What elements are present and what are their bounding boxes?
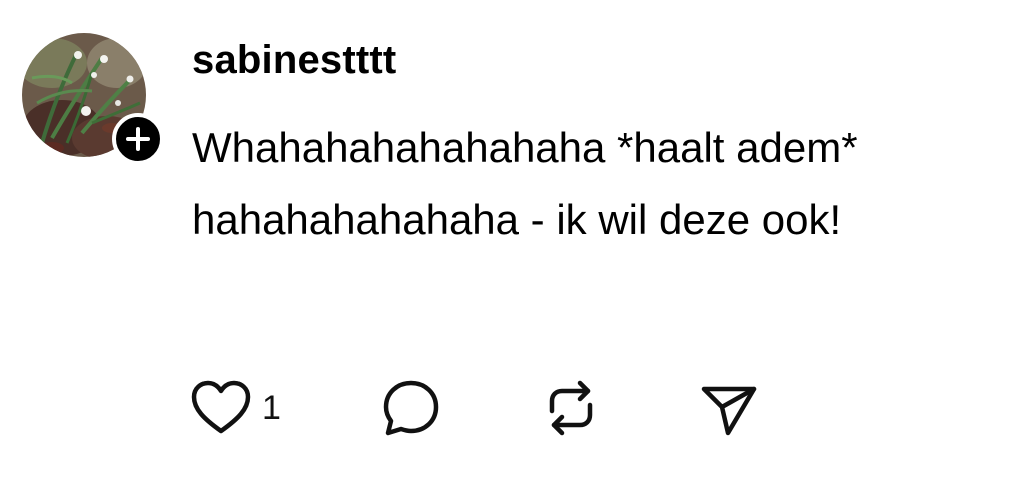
repost-button[interactable]	[540, 377, 698, 439]
post-text: Whahahahahahahaha *haalt adem* hahahahah…	[192, 112, 992, 256]
like-button[interactable]: 1	[190, 379, 380, 437]
heart-icon	[191, 380, 251, 434]
speech-bubble-icon	[383, 380, 439, 436]
share-button[interactable]	[698, 377, 760, 439]
like-count: 1	[262, 389, 281, 427]
username[interactable]: sabinestttt	[192, 34, 396, 86]
action-bar: 1	[190, 376, 760, 440]
reply-button[interactable]	[380, 377, 540, 439]
paper-plane-icon	[701, 386, 757, 436]
post-text-line: Whahahahahahahaha *haalt adem*	[192, 124, 858, 171]
plus-icon	[126, 127, 150, 151]
post-card: sabinestttt Whahahahahahahaha *haalt ade…	[0, 0, 1024, 478]
avatar-container	[22, 33, 164, 165]
follow-button[interactable]	[112, 113, 164, 165]
post-text-line: hahahahahahaha - ik wil deze ook!	[192, 196, 842, 243]
repost-arrows-icon	[549, 380, 593, 436]
